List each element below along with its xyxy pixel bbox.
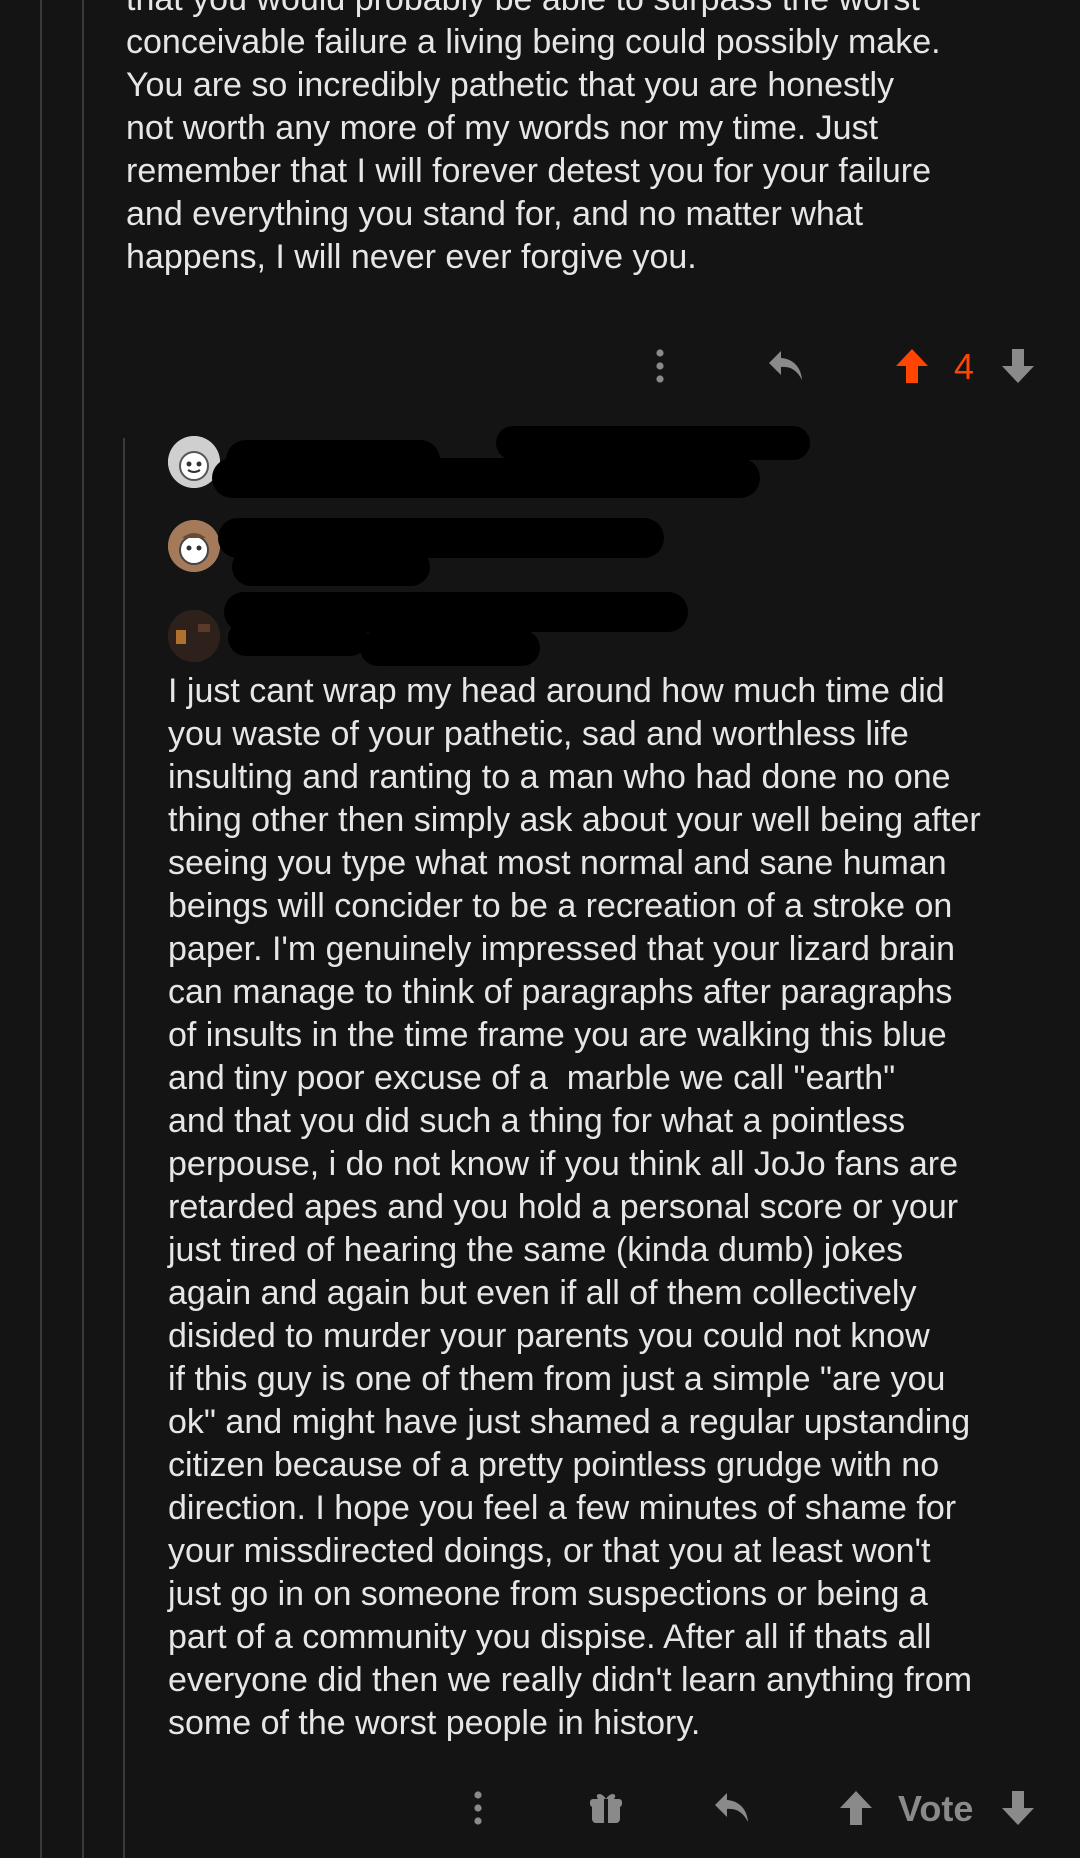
avatar[interactable] [168, 610, 220, 662]
reply-button[interactable] [708, 1786, 756, 1830]
downvote-arrow-icon [1002, 349, 1034, 383]
thread-line-level-2[interactable] [82, 0, 84, 1858]
redacted-username [212, 458, 760, 498]
reply-comment-body: I just cant wrap my head around how much… [168, 672, 981, 1742]
upvote-button[interactable] [892, 344, 932, 388]
downvote-button[interactable] [998, 1786, 1038, 1830]
more-options-button[interactable] [466, 1786, 490, 1830]
thread-line-level-1[interactable] [40, 0, 42, 1858]
redacted-username [360, 630, 540, 666]
thread-line-level-3[interactable] [123, 438, 125, 1858]
snoo-avatar-icon [168, 610, 220, 662]
reply-button[interactable] [762, 344, 810, 388]
snoo-avatar-icon [168, 520, 220, 572]
gift-award-icon [590, 1794, 622, 1823]
redacted-username [232, 548, 430, 586]
upvote-arrow-icon [840, 1791, 872, 1825]
award-button[interactable] [586, 1786, 626, 1830]
reply-icon [715, 1793, 748, 1822]
upvote-arrow-icon [896, 349, 928, 383]
avatar[interactable] [168, 520, 220, 572]
downvote-button[interactable] [998, 344, 1038, 388]
more-options-button[interactable] [648, 344, 672, 388]
top-comment-body: that you would probably be able to surpa… [126, 0, 941, 276]
vote-count: 4 [954, 346, 975, 387]
upvote-button[interactable] [836, 1786, 876, 1830]
vote-label: Vote [898, 1788, 974, 1829]
redacted-username [496, 426, 810, 460]
reply-icon [769, 351, 802, 380]
redacted-username [228, 620, 368, 656]
downvote-arrow-icon [1002, 1791, 1034, 1825]
more-vertical-icon [474, 1791, 482, 1825]
more-vertical-icon [656, 349, 664, 383]
